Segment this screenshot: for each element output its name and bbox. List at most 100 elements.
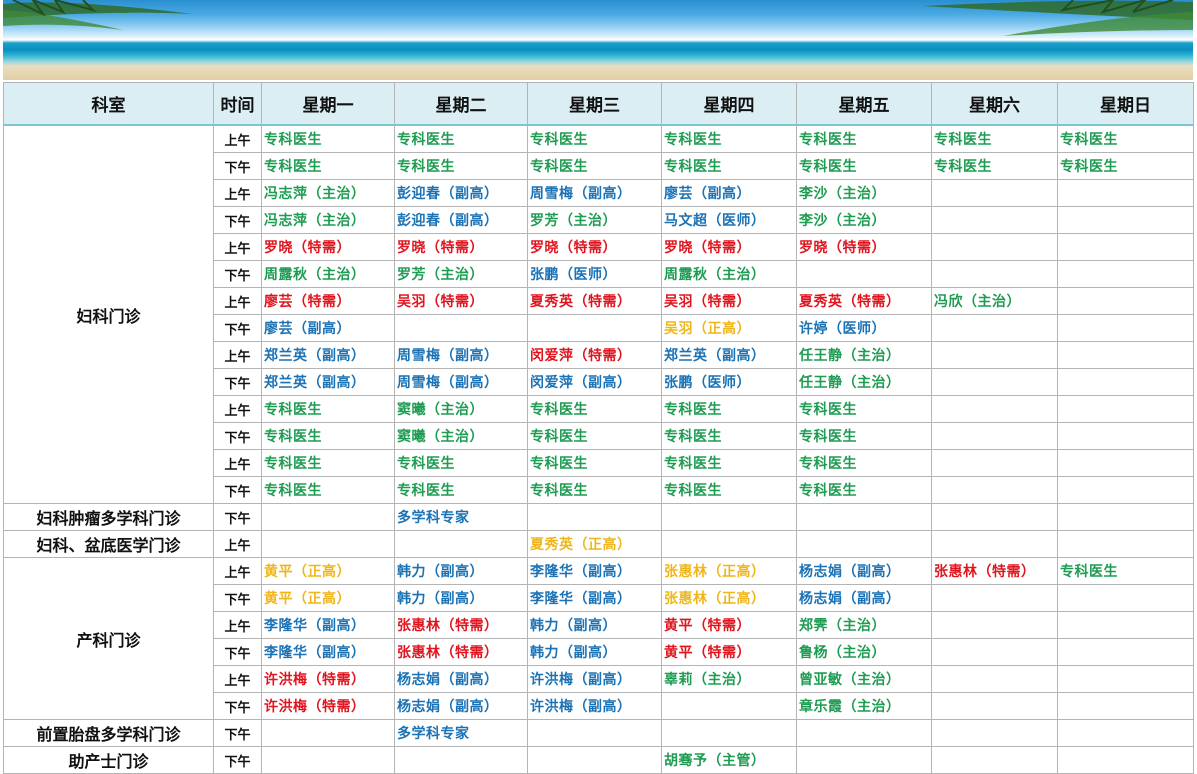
- header-saturday: 星期六: [931, 82, 1058, 126]
- doctor-cell: [527, 746, 662, 774]
- doctor-cell: 罗晓（特需）: [394, 233, 528, 261]
- doctor-cell: 杨志娟（副高）: [394, 665, 528, 693]
- doctor-cell: [796, 719, 932, 747]
- doctor-cell: 任王静（主治）: [796, 341, 932, 369]
- doctor-cell: 李隆华（副高）: [261, 638, 395, 666]
- doctor-cell: [931, 341, 1058, 369]
- doctor-cell: [661, 692, 797, 720]
- doctor-cell: [261, 719, 395, 747]
- doctor-cell: 许洪梅（副高）: [527, 665, 662, 693]
- doctor-cell: 张惠林（正高）: [661, 584, 797, 612]
- doctor-cell: 专科医生: [931, 124, 1058, 153]
- doctor-cell: [1057, 746, 1194, 774]
- doctor-cell: 专科医生: [261, 152, 395, 180]
- table-row: 前置胎盘多学科门诊 下午 多学科专家: [3, 719, 1194, 747]
- doctor-cell: 多学科专家: [394, 503, 528, 531]
- doctor-cell: [1057, 314, 1194, 342]
- doctor-cell: 专科医生: [394, 449, 528, 477]
- doctor-cell: 张鹏（医师）: [527, 260, 662, 288]
- period-cell: 下午: [213, 584, 262, 612]
- doctor-cell: 专科医生: [796, 449, 932, 477]
- doctor-cell: 周雪梅（副高）: [394, 368, 528, 396]
- period-cell: 上午: [213, 530, 262, 558]
- period-cell: 下午: [213, 314, 262, 342]
- header-wednesday: 星期三: [527, 82, 662, 126]
- palm-leaves-right-icon: [923, 0, 1193, 36]
- doctor-cell: 张惠林（特需）: [394, 638, 528, 666]
- period-cell: 下午: [213, 719, 262, 747]
- doctor-cell: 廖芸（副高）: [261, 314, 395, 342]
- doctor-cell: [1057, 395, 1194, 423]
- doctor-cell: 专科医生: [527, 476, 662, 504]
- doctor-cell: [1057, 233, 1194, 261]
- doctor-cell: 许洪梅（副高）: [527, 692, 662, 720]
- doctor-cell: [661, 719, 797, 747]
- doctor-cell: [261, 503, 395, 531]
- doctor-cell: 廖芸（特需）: [261, 287, 395, 315]
- doctor-cell: 黄平（特需）: [661, 611, 797, 639]
- period-cell: 上午: [213, 557, 262, 585]
- palm-leaves-left-icon: [3, 0, 193, 30]
- doctor-cell: 专科医生: [661, 395, 797, 423]
- doctor-cell: 夏秀英（正高）: [527, 530, 662, 558]
- doctor-cell: [931, 206, 1058, 234]
- doctor-cell: 罗晓（特需）: [261, 233, 395, 261]
- schedule-body: 妇科门诊 上午 专科医生 专科医生 专科医生 专科医生 专科医生 专科医生 专科医生 下午 专科医生…: [3, 124, 1194, 774]
- doctor-cell: [796, 260, 932, 288]
- doctor-cell: 周露秋（主治）: [261, 260, 395, 288]
- doctor-cell: 罗晓（特需）: [796, 233, 932, 261]
- table-row: 产科门诊 上午 黄平（正高） 韩力（副高） 李隆华（副高） 张惠林（正高） 杨志娟（副高）张…: [3, 557, 1194, 720]
- department-cell: 妇科肿瘤多学科门诊: [3, 503, 214, 531]
- header-tuesday: 星期二: [394, 82, 528, 126]
- period-cell: 上午: [213, 124, 262, 153]
- doctor-cell: 专科医生: [661, 124, 797, 153]
- doctor-cell: [1057, 422, 1194, 450]
- doctor-cell: [1057, 179, 1194, 207]
- doctor-cell: 窦曦（主治）: [394, 422, 528, 450]
- doctor-cell: 夏秀英（特需）: [527, 287, 662, 315]
- doctor-cell: 专科医生: [1057, 124, 1194, 153]
- doctor-cell: 郑兰英（副高）: [261, 368, 395, 396]
- doctor-cell: [931, 530, 1058, 558]
- period-cell: 上午: [213, 449, 262, 477]
- department-cell: 妇科、盆底医学门诊: [3, 530, 214, 558]
- header-thursday: 星期四: [661, 82, 797, 126]
- period-cell: 下午: [213, 503, 262, 531]
- period-cell: 下午: [213, 746, 262, 774]
- period-cell: 下午: [213, 152, 262, 180]
- clinic-schedule-table: 科室 时间 星期一 星期二 星期三 星期四 星期五 星期六 星期日 妇科门诊 上午…: [3, 82, 1194, 774]
- doctor-cell: [931, 422, 1058, 450]
- doctor-cell: 夏秀英（特需）: [796, 287, 932, 315]
- doctor-cell: [1057, 584, 1194, 612]
- department-cell: 助产士门诊: [3, 746, 214, 774]
- doctor-cell: 曾亚敏（主治）: [796, 665, 932, 693]
- doctor-cell: 韩力（副高）: [394, 584, 528, 612]
- doctor-cell: [931, 449, 1058, 477]
- doctor-cell: 闵爱萍（副高）: [527, 368, 662, 396]
- doctor-cell: [261, 530, 395, 558]
- doctor-cell: 专科医生: [527, 449, 662, 477]
- doctor-cell: 专科医生: [527, 395, 662, 423]
- doctor-cell: [931, 638, 1058, 666]
- doctor-cell: [1057, 287, 1194, 315]
- doctor-cell: [1057, 260, 1194, 288]
- period-cell: 上午: [213, 287, 262, 315]
- doctor-cell: 专科医生: [527, 152, 662, 180]
- doctor-cell: 专科医生: [527, 422, 662, 450]
- header-row: 科室 时间 星期一 星期二 星期三 星期四 星期五 星期六 星期日: [3, 82, 1194, 126]
- doctor-cell: 韩力（副高）: [527, 638, 662, 666]
- doctor-cell: [931, 233, 1058, 261]
- doctor-cell: 许洪梅（特需）: [261, 665, 395, 693]
- doctor-cell: 彭迎春（副高）: [394, 206, 528, 234]
- doctor-cell: [931, 746, 1058, 774]
- doctor-cell: 专科医生: [796, 152, 932, 180]
- doctor-cell: 专科医生: [261, 449, 395, 477]
- doctor-cell: 杨志娟（副高）: [394, 692, 528, 720]
- doctor-cell: 张惠林（正高）: [661, 557, 797, 585]
- doctor-cell: [931, 719, 1058, 747]
- doctor-cell: [527, 719, 662, 747]
- table-row: 妇科门诊 上午 专科医生 专科医生 专科医生 专科医生 专科医生 专科医生 专科医生: [3, 124, 1194, 504]
- doctor-cell: 专科医生: [394, 476, 528, 504]
- header-friday: 星期五: [796, 82, 932, 126]
- doctor-cell: [1057, 638, 1194, 666]
